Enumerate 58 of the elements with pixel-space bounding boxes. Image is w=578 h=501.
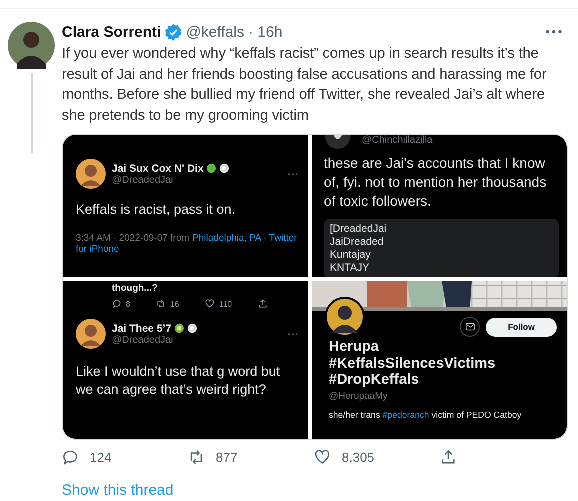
embedded-screenshot[interactable]: though...? 8 16 110 Jai Thee 5’7 @DreadedJai Like I wouldn’t use that g word but we can agree that’s weird right?	[63, 281, 308, 439]
embedded-screenshot[interactable]: Jai Sux Cox N' Dix @DreadedJai Keffals is racist, pass it on. 3:34 AM · 2022-09-07 from Philadelphia, PA · Twitter for iPhone	[63, 135, 308, 277]
hashtag-link: #pedoranch	[382, 410, 430, 420]
avatar	[76, 319, 106, 349]
account-name: [DreadedJai	[330, 223, 387, 236]
embedded-screenshot[interactable]: @Chinchillazilla these are Jai's accounts that I know of, fyi. not to mention her thousands of toxic followers. [DreadedJai JaiDreaded Kuntajay KNTAJY	[312, 135, 567, 277]
profile-bio: she/her trans #pedoranch victim of PEDO Catboy	[329, 410, 523, 420]
stat-count: 124	[90, 450, 112, 464]
display-name: #KeffalsSilencesVictims	[329, 356, 496, 372]
stat-count: 8,305	[342, 450, 375, 464]
avatar	[324, 135, 352, 149]
follow-button[interactable]: Follow	[486, 318, 557, 336]
user-handle: @DreadedJai	[112, 174, 174, 186]
message-button[interactable]	[460, 317, 480, 337]
display-name: Herupa	[329, 339, 379, 356]
display-name: Jai Sux Cox N' Dix	[112, 162, 204, 174]
display-name: Jai Thee 5’7	[112, 322, 172, 334]
retweet-icon[interactable]	[188, 448, 205, 466]
reply-text: though...?	[112, 283, 158, 294]
action-count: 16	[170, 300, 180, 308]
location-link: Philadelphia, PA · Twitter	[192, 233, 298, 244]
source-link: for iPhone	[76, 244, 120, 255]
post-text: Like I wouldn’t use that g word but we can agree that’s weird right?	[76, 363, 282, 399]
more-icon	[288, 332, 298, 336]
post-time[interactable]: · 16h	[248, 24, 283, 40]
post-text: these are Jai's accounts that I know of, fyi. not to mention her thousands of toxic followers.	[324, 154, 548, 211]
display-name: #DropKeffals	[329, 372, 420, 388]
envelope-icon	[466, 323, 475, 331]
plate-icon	[186, 323, 198, 334]
tweet-text: If you ever wondered why “keffals racist” comes up in search results it’s the result of Jai and her friends boosting false accusations and harassing me for months. Before she bullied my friend off Twitter, she revealed Jai’s alt where she pretends to be my grooming victim	[62, 45, 548, 126]
user-handle: @HerupaaMy	[328, 390, 388, 402]
reply-icon	[112, 299, 122, 309]
account-name: JaiDreaded	[330, 236, 384, 249]
author-name[interactable]: Clara Sorrenti	[62, 24, 162, 40]
account-name: KNTAJY	[330, 262, 370, 275]
user-handle: @Chinchillazilla	[362, 135, 433, 146]
share-icon	[258, 299, 268, 309]
avatar[interactable]	[8, 22, 55, 69]
account-name: Kuntajay	[330, 249, 371, 262]
action-count: 8	[126, 300, 130, 308]
like-icon	[205, 299, 216, 309]
embedded-screenshot[interactable]: Follow Herupa #KeffalsSilencesVictims #DropKeffals @HerupaaMy she/her trans #pedoranch victim of PEDO Catboy	[312, 281, 567, 439]
more-icon[interactable]	[546, 30, 562, 34]
retweet-icon	[156, 299, 166, 309]
author-handle[interactable]: @keffals	[186, 24, 245, 40]
more-icon	[288, 172, 298, 176]
share-icon[interactable]	[440, 448, 457, 466]
post-date: 3:34 AM · 2022-09-07 from	[76, 233, 190, 244]
reply-icon[interactable]	[62, 448, 79, 466]
avatar	[76, 159, 106, 189]
user-handle: @DreadedJai	[112, 334, 174, 346]
avatar	[325, 297, 365, 337]
post-text: Keffals is racist, pass it on.	[76, 201, 237, 219]
kiwi-icon	[174, 323, 185, 334]
like-icon[interactable]	[314, 448, 331, 466]
action-count: 110	[219, 300, 232, 308]
stat-count: 877	[216, 450, 238, 464]
plate-icon	[218, 163, 230, 174]
